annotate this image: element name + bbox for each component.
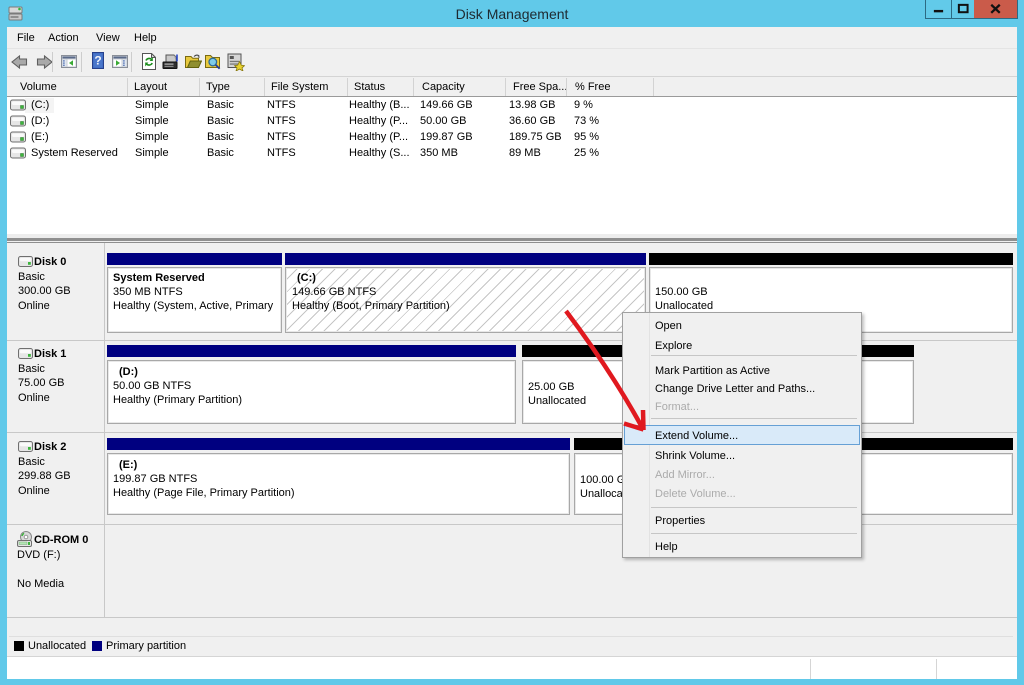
svg-text:?: ?: [94, 54, 101, 68]
